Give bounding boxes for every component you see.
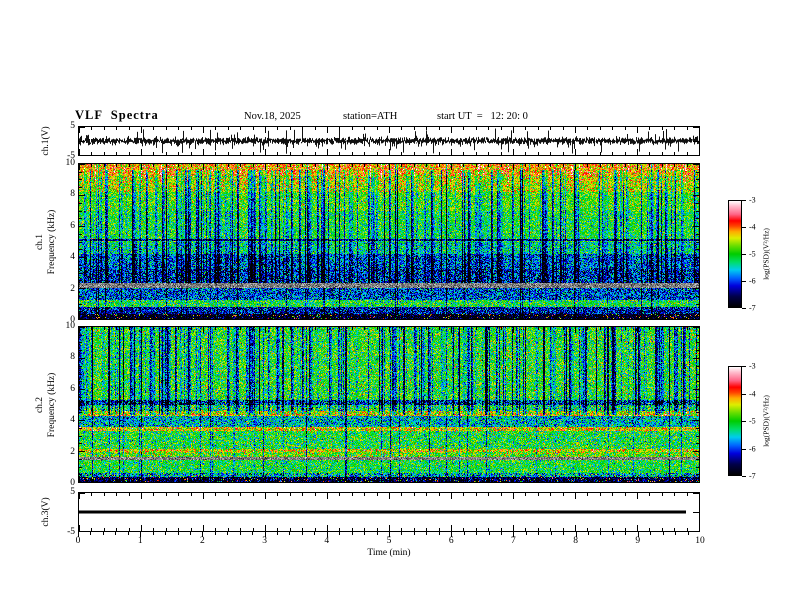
ch2-colorbar: [728, 366, 742, 476]
x-axis-tick-label: 2: [200, 536, 205, 546]
x-axis-tick-label: 8: [573, 536, 578, 546]
ch2-spectrogram-canvas: [79, 327, 699, 482]
ch2-frequency-tick-label: 10: [65, 321, 76, 331]
ch2-colorbar-label: log(PSD)(V²/Hz): [761, 395, 771, 447]
ch1-frequency-tick-label: 8: [70, 189, 75, 200]
ch2-frequency-tick-label: 4: [70, 415, 75, 426]
x-axis-tick-label: 0: [75, 536, 81, 546]
ch3-voltage-axis-label: ch.3(V): [41, 497, 51, 527]
colorbar-tick-label: -6: [749, 444, 756, 453]
ch1-colorbar: [728, 200, 742, 308]
colorbar-tick: [742, 366, 746, 367]
colorbar-tick: [742, 394, 746, 395]
ch1-spectrogram-canvas: [79, 164, 699, 319]
plot-date: Nov.18, 2025: [244, 111, 301, 122]
colorbar-tick: [742, 421, 746, 422]
ch2-axis-label: ch.2: [35, 396, 45, 413]
ch2-frequency-axis-label: Frequency (kHz): [47, 372, 57, 437]
ch2-spectrogram-panel: [78, 326, 700, 483]
station-label: station=ATH: [343, 111, 398, 122]
colorbar-tick-label: -7: [749, 303, 756, 313]
ch3-flatline-canvas: [79, 493, 699, 531]
x-axis-tick-label: 5: [386, 536, 392, 546]
ch1-voltage-axis-label: ch.1(V): [41, 126, 51, 156]
ch1-axis-label: ch.1: [35, 233, 45, 250]
x-axis-tick-label: 6: [448, 536, 454, 546]
ch3-flatline-tick-label: -5: [67, 527, 75, 537]
colorbar-tick-label: -4: [749, 389, 756, 398]
x-axis-tick-label: 3: [262, 536, 267, 546]
colorbar-tick: [742, 254, 746, 255]
colorbar-tick-label: -5: [749, 249, 756, 259]
plot-title: VLF Spectra: [75, 108, 159, 122]
colorbar-tick-label: -3: [749, 195, 756, 205]
ch1-frequency-tick-label: 4: [70, 252, 75, 263]
ch3-flatline-tick-label: 5: [70, 487, 75, 497]
ch1-frequency-axis-label: Frequency (kHz): [47, 209, 57, 274]
ch1-colorbar-label: log(PSD)(V²/Hz): [761, 228, 771, 280]
colorbar-tick: [742, 227, 746, 228]
ch2-frequency-tick-label: 2: [70, 446, 75, 457]
start-ut-label: start UT = 12: 20: 0: [437, 111, 528, 122]
colorbar-tick-label: -3: [749, 361, 756, 371]
colorbar-tick: [742, 281, 746, 282]
ch2-frequency-tick-label: 8: [70, 352, 75, 363]
ch1-frequency-tick-label: 10: [65, 158, 76, 168]
time-axis-label: Time (min): [367, 548, 411, 558]
ch1-frequency-tick-label: 2: [70, 283, 75, 294]
ch1-waveform-panel: [78, 126, 700, 156]
colorbar-tick-label: -5: [749, 416, 756, 426]
ch3-flatline-panel: [78, 492, 700, 532]
colorbar-tick-label: -6: [749, 276, 756, 286]
colorbar-tick: [742, 449, 746, 450]
x-axis-tick-label: 9: [635, 536, 641, 546]
x-axis-tick-label: 4: [324, 536, 330, 546]
colorbar-tick: [742, 308, 746, 309]
ch1-frequency-tick-label: 6: [70, 220, 75, 231]
vlf-spectra-figure: VLF Spectra Nov.18, 2025 station=ATH sta…: [0, 0, 792, 612]
x-axis-tick-label: 7: [511, 536, 516, 546]
x-axis-tick-label: 1: [137, 536, 143, 546]
colorbar-tick: [742, 200, 746, 201]
colorbar-tick-label: -7: [749, 471, 756, 481]
colorbar-tick-label: -4: [749, 222, 756, 232]
ch1-waveform-tick-label: 5: [70, 121, 75, 131]
colorbar-tick: [742, 476, 746, 477]
x-axis-tick-label: 10: [695, 536, 705, 546]
ch1-spectrogram-panel: [78, 163, 700, 320]
ch2-frequency-tick-label: 6: [70, 383, 75, 394]
ch1-waveform-canvas: [79, 127, 699, 155]
